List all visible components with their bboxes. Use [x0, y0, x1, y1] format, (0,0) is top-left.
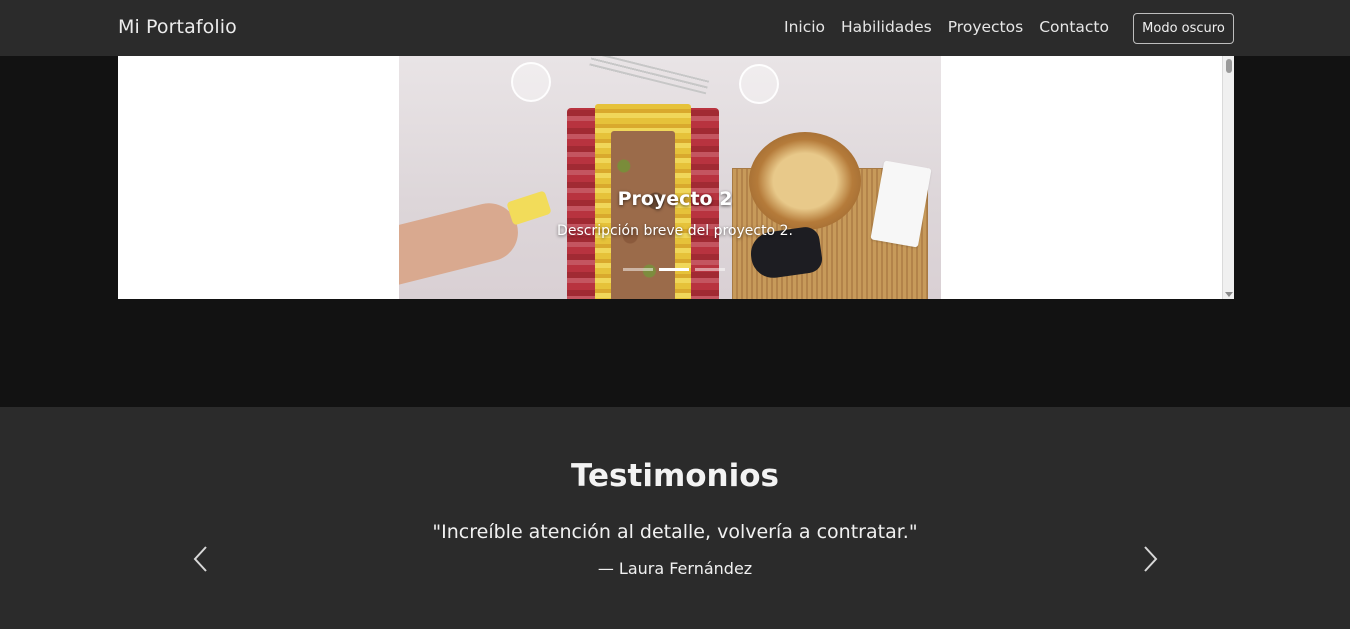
- testimonial-quote: "Increíble atención al detalle, volvería…: [432, 521, 918, 543]
- scrollbar-thumb[interactable]: [1226, 59, 1232, 73]
- brand-logo-text[interactable]: Mi Portafolio: [118, 16, 237, 38]
- nav-links: Inicio Habilidades Proyectos Contacto: [784, 18, 1109, 36]
- nav-link-contacto[interactable]: Contacto: [1039, 18, 1109, 36]
- chevron-left-icon[interactable]: [190, 544, 212, 574]
- chevron-right-icon[interactable]: [1139, 544, 1161, 574]
- testimonials-title: Testimonios: [571, 458, 779, 494]
- navbar: Mi Portafolio Inicio Habilidades Proyect…: [0, 0, 1350, 56]
- dark-mode-toggle-button[interactable]: Modo oscuro: [1133, 13, 1234, 44]
- nav-link-proyectos[interactable]: Proyectos: [948, 18, 1023, 36]
- carousel-indicator-1[interactable]: [623, 268, 653, 271]
- carousel-indicator-2[interactable]: [659, 268, 689, 271]
- testimonials-section: Testimonios "Increíble atención al detal…: [0, 407, 1350, 629]
- vertical-scrollbar[interactable]: [1222, 56, 1234, 299]
- projects-carousel: Proyecto 2 Descripción breve del proyect…: [118, 56, 1234, 299]
- carousel-caption-description: Descripción breve del proyecto 2.: [557, 223, 793, 239]
- nav-link-habilidades[interactable]: Habilidades: [841, 18, 932, 36]
- carousel-indicator-3[interactable]: [695, 268, 725, 271]
- carousel-caption-title: Proyecto 2: [617, 188, 733, 210]
- carousel-indicators: [623, 268, 725, 271]
- nav-link-inicio[interactable]: Inicio: [784, 18, 825, 36]
- carousel-caption: Proyecto 2 Descripción breve del proyect…: [399, 56, 951, 299]
- scroll-down-arrow-icon[interactable]: [1225, 292, 1233, 297]
